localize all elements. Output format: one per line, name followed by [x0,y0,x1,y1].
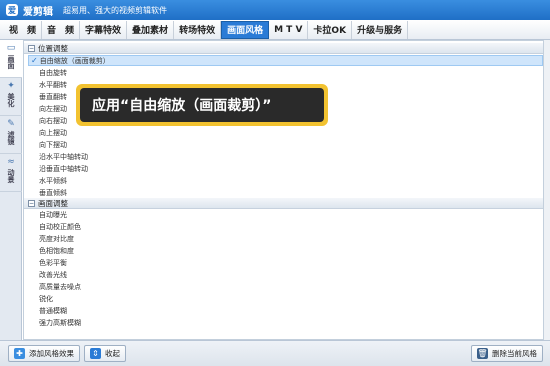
menu-bar: 视 频 音 频 字幕特效 叠加素材 转场特效 画面风格 M T V 卡拉OK 升… [0,20,550,40]
list-item[interactable]: 垂直翻转 [39,92,67,102]
list-item[interactable]: 自动曝光 [39,210,67,220]
sidebar-item-picture[interactable]: ▭ 画面 [0,40,22,78]
collapse-icon[interactable]: − [28,199,35,207]
list-item[interactable]: 改善光线 [39,270,67,280]
tab-upgrade-services[interactable]: 升级与服务 [352,20,409,39]
list-item[interactable]: 水平翻转 [39,80,67,90]
button-label: 删除当前风格 [492,349,537,358]
delete-current-style-button[interactable]: 🗑 删除当前风格 [471,345,543,362]
sidebar-item-filter[interactable]: ✎ 滤镜 [0,116,22,154]
picture-icon: ▭ [6,43,16,53]
list-item[interactable]: 沿垂直中轴转动 [39,164,88,174]
button-label: 添加风格效果 [29,349,74,358]
list-item[interactable]: 水平倾斜 [39,176,67,186]
tab-overlay-materials[interactable]: 叠加素材 [127,20,175,39]
add-style-effect-button[interactable]: ✚ 添加风格效果 [8,345,80,362]
list-item[interactable]: 沿水平中轴转动 [39,152,88,162]
list-item[interactable]: 色相饱和度 [39,246,74,256]
tab-picture-style[interactable]: 画面风格 [221,20,270,39]
magic-wand-icon: ✦ [7,81,15,91]
group-title: 位置调整 [38,43,68,53]
vertical-scrollbar[interactable] [544,40,550,340]
list-item[interactable]: ✓ 自由缩放（画面裁剪） [28,55,543,66]
list-item[interactable]: 向上摆动 [39,128,67,138]
list-item[interactable]: 向右摆动 [39,116,67,126]
tab-subtitle-effects[interactable]: 字幕特效 [80,20,128,39]
footer-toolbar: ✚ 添加风格效果 ⇕ 收起 🗑 删除当前风格 [0,340,550,366]
list-item[interactable]: 自由旋转 [39,68,67,78]
group-header-position[interactable]: − 位置调整 [24,43,543,54]
sidebar-item-label: 动景 [7,169,15,183]
list-item[interactable]: 垂直倾斜 [39,188,67,198]
brush-icon: ✎ [7,119,15,129]
list-item[interactable]: 色彩平衡 [39,258,67,268]
sidebar-item-motion[interactable]: ≈ 动景 [0,154,22,192]
sidebar-item-label: 美化 [7,93,15,107]
collapse-arrows-icon: ⇕ [90,348,101,359]
list-item[interactable]: 普通模糊 [39,306,67,316]
wave-icon: ≈ [7,157,15,167]
title-bar: 爱 爱剪辑 超易用、强大的视频剪辑软件 [0,0,550,20]
tab-audio[interactable]: 音 频 [42,20,81,39]
group-title: 画面调整 [38,198,68,208]
group-header-picture-adjust[interactable]: − 画面调整 [24,198,543,209]
list-item[interactable]: 向左摆动 [39,104,67,114]
callout-text: 应用“自由缩放（画面裁剪）” [80,88,324,122]
check-icon: ✓ [31,56,38,65]
trash-icon: 🗑 [477,348,488,359]
sidebar-item-label: 画面 [7,55,15,69]
collapse-button[interactable]: ⇕ 收起 [84,345,126,362]
add-effect-icon: ✚ [14,348,25,359]
tab-mtv[interactable]: M T V [269,20,309,39]
sidebar-item-beautify[interactable]: ✦ 美化 [0,78,22,116]
app-title: 爱剪辑 [23,6,53,18]
instruction-callout: 应用“自由缩放（画面裁剪）” [76,84,328,126]
app-slogan: 超易用、强大的视频剪辑软件 [63,5,167,15]
list-item[interactable]: 锐化 [39,294,53,304]
list-item[interactable]: 自动校正颜色 [39,222,81,232]
tab-karaoke[interactable]: 卡拉OK [308,20,353,39]
tab-video[interactable]: 视 频 [4,20,43,39]
app-logo-icon: 爱 [6,4,18,16]
button-label: 收起 [105,349,120,358]
tab-transition-effects[interactable]: 转场特效 [174,20,222,39]
list-item[interactable]: 高质量去噪点 [39,282,81,292]
sidebar-item-label: 滤镜 [7,131,15,145]
collapse-icon[interactable]: − [28,44,35,52]
list-item[interactable]: 强力高斯模糊 [39,318,81,328]
style-category-sidebar: ▭ 画面 ✦ 美化 ✎ 滤镜 ≈ 动景 [0,40,22,340]
list-item[interactable]: 亮度对比度 [39,234,74,244]
list-item[interactable]: 向下摆动 [39,140,67,150]
